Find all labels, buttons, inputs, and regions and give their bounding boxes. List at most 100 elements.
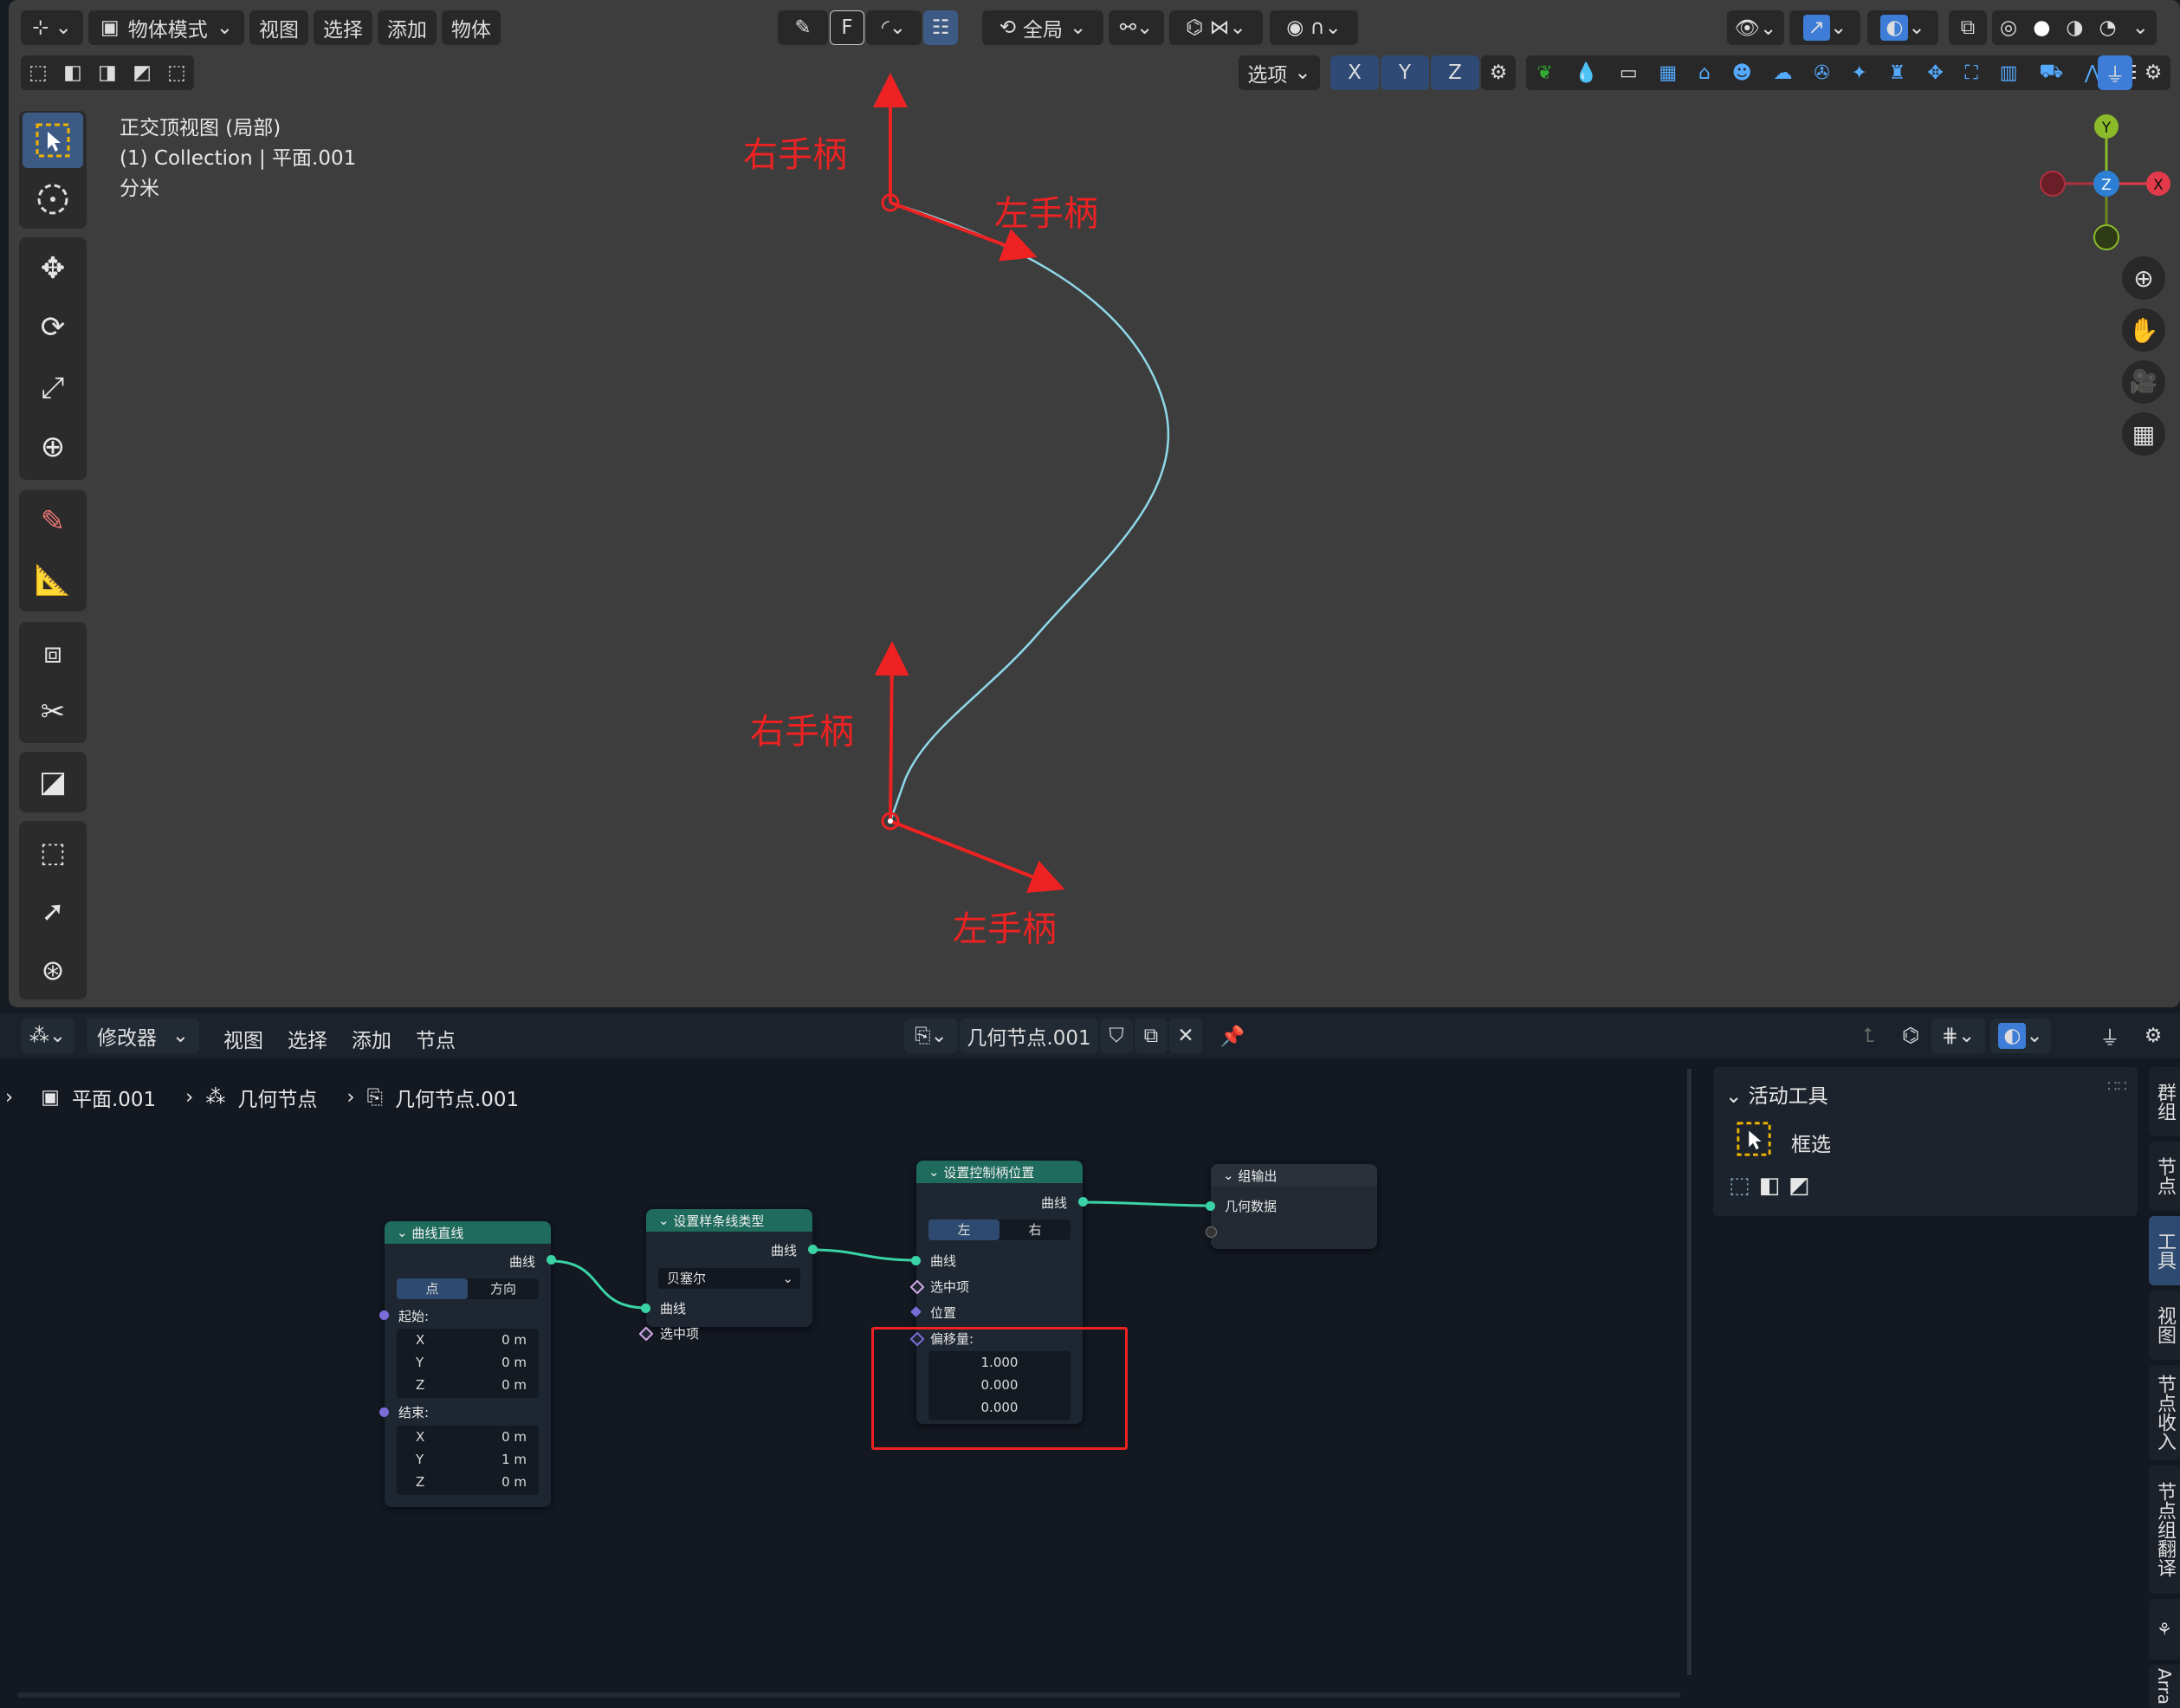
select-subtract-icon[interactable]: ◩ [1789,1173,1810,1199]
annotation-bottom-left-handle: 左手柄 [953,909,1057,949]
input-geometry-label: 几何数据 [1225,1199,1278,1214]
input-socket-start[interactable] [379,1310,389,1320]
3d-viewport[interactable]: ⊹ ⌄ ▣ 物体模式 ⌄ 视图 选择 添加 物体 ⬚ ◧ ◨ ◩ ⬚ ✎ F ◜… [9,0,2180,1007]
gizmo-x-label: X [2153,177,2164,194]
camera-view-icon[interactable]: 🎥 [2122,360,2165,404]
gear-icon[interactable]: ⚙ [2136,1019,2170,1053]
overlay-toggle-icon[interactable]: ◐ ⌄ [1990,1019,2051,1053]
node-title: 设置样条线类型 [673,1213,765,1229]
input-socket-geometry[interactable] [1206,1201,1215,1211]
input-curve-label: 曲线 [930,1253,957,1269]
horizontal-scrollbar[interactable] [17,1692,1680,1698]
vector-value[interactable]: 0 m [501,1474,527,1490]
node-header[interactable]: ⌄ 组输出 [1211,1164,1377,1187]
chevron-down-icon[interactable]: ⌄ [928,1164,940,1180]
vector-value[interactable]: 0 m [501,1377,527,1393]
input-selection-label: 选中项 [930,1279,970,1295]
input-socket-curve[interactable] [911,1256,921,1265]
vector-value[interactable]: 0 m [501,1429,527,1445]
tab-view[interactable]: 视图 [2149,1291,2180,1360]
tab-node-group-translate[interactable]: 节点组翻译 [2149,1465,2180,1594]
spline-type-dropdown[interactable]: 贝塞尔 ⌄ [658,1268,800,1289]
chevron-down-icon: ⌄ [782,1271,793,1286]
input-socket-curve[interactable] [641,1304,650,1313]
tab-tool[interactable]: 工具 [2149,1216,2180,1285]
output-curve-label: 曲线 [508,1254,535,1270]
vector-value[interactable]: 0 m [501,1355,527,1370]
annotation-bottom-right-handle: 右手柄 [750,712,854,752]
chevron-down-icon[interactable]: ⌄ [1223,1168,1234,1183]
node-editor[interactable]: ⁂⌄ 修改器 ⌄ 视图 选择 添加 节点 ⎘⌄ 几何节点.001 ⛉ ⧉ ✕ 📌… [0,1013,2180,1708]
axis-label: X [416,1332,425,1348]
parent-node-tree-icon[interactable]: ⮤ [1852,1019,1886,1053]
select-box-tool-icon[interactable] [1736,1121,1772,1157]
grid-view-icon[interactable]: ▦ [2122,412,2165,456]
bezier-curve [889,201,1170,822]
input-socket-empty[interactable] [1206,1226,1217,1238]
node-curve-line[interactable]: ⌄ 曲线直线 曲线 点 方向 起始: X 0 m Y 0 m Z 0 m 结束:… [379,1221,556,1507]
select-extend-icon[interactable]: ◧ [1759,1173,1781,1199]
bottom-left-handle-arrow [889,819,1065,893]
axis-label: X [416,1429,425,1445]
vector-value[interactable]: 1 m [501,1452,527,1467]
axis-label: Y [416,1452,424,1467]
input-selection-label: 选中项 [660,1326,700,1342]
tab-points[interactable]: 点 [397,1278,468,1299]
chevron-down-icon[interactable]: ⌄ [1725,1085,1742,1108]
tab-right[interactable]: 右 [999,1220,1071,1240]
node-group-output[interactable]: ⌄ 组输出 几何数据 [1206,1164,1377,1249]
node-title: 组输出 [1238,1168,1278,1184]
annotation-top-right-handle: 右手柄 [743,135,847,175]
end-vector-field[interactable]: X 0 m Y 1 m Z 0 m [397,1426,539,1495]
side-tabs: 左 右 [928,1220,1071,1240]
start-vector-field[interactable]: X 0 m Y 0 m Z 0 m [397,1329,539,1398]
node-header[interactable]: ⌄ 设置样条线类型 [646,1209,812,1232]
annotation-top-left-handle: 左手柄 [994,194,1098,234]
node-title: 设置控制柄位置 [943,1164,1035,1181]
tab-arra[interactable]: Arra [2149,1665,2180,1708]
node-header[interactable]: ⌄ 曲线直线 [385,1221,551,1244]
axis-label: Z [416,1377,425,1393]
output-curve-label: 曲线 [1040,1195,1067,1211]
chevron-down-icon[interactable]: ⌄ [397,1225,408,1240]
output-socket[interactable] [808,1245,818,1254]
input-curve-label: 曲线 [660,1301,687,1317]
vector-value[interactable]: 0 m [501,1332,527,1348]
output-socket[interactable] [547,1255,556,1265]
snap-type-icon[interactable]: ⋕⌄ [1931,1019,1985,1053]
tab-left[interactable]: 左 [928,1220,999,1240]
tab-group[interactable]: 群组 [2149,1067,2180,1136]
node-header[interactable]: ⌄ 设置控制柄位置 [916,1161,1083,1183]
gizmo-y-label: Y [2101,120,2112,137]
input-socket-end[interactable] [379,1407,389,1417]
axis-label: Y [416,1355,424,1370]
spline-type-value: 贝塞尔 [667,1271,707,1286]
tab-extension-icon[interactable]: ⚘ [2149,1599,2180,1659]
tab-direction[interactable]: 方向 [468,1278,539,1299]
drag-handle-icon[interactable]: ∷∷ [2107,1077,2127,1096]
output-socket[interactable] [1078,1197,1088,1207]
zoom-icon[interactable]: ⊕ [2122,256,2165,300]
end-label: 结束: [398,1405,430,1420]
start-label: 起始: [398,1309,430,1324]
snap-icon[interactable]: ⌬ [1893,1019,1928,1053]
select-mode-group: ⬚ ◧ ◩ [1729,1173,1810,1199]
filter-icon[interactable]: ⏚ [2093,1019,2127,1053]
node-title: 曲线直线 [411,1225,464,1241]
panel-header[interactable]: ⌄ 活动工具 [1725,1079,1828,1109]
tab-node-favorites[interactable]: 节点收入 [2149,1365,2180,1460]
curve-canvas [873,73,1170,893]
pan-hand-icon[interactable]: ✋ [2122,308,2165,352]
highlight-box [871,1327,1128,1450]
chevron-down-icon[interactable]: ⌄ [658,1213,670,1228]
mode-tabs: 点 方向 [397,1278,539,1299]
active-tool-panel: ⌄ 活动工具 ∷∷ 框选 ⬚ ◧ ◩ [1713,1067,2138,1216]
panel-title: 活动工具 [1748,1085,1828,1108]
gizmo-z-label: Z [2101,177,2112,194]
select-new-icon[interactable]: ⬚ [1729,1173,1750,1199]
tab-node[interactable]: 节点 [2149,1142,2180,1211]
sidebar-divider[interactable] [1687,1069,1692,1675]
node-set-spline-type[interactable]: ⌄ 设置样条线类型 曲线 贝塞尔 ⌄ 曲线 选中项 [638,1209,818,1342]
navigation-gizmo[interactable]: Y X Z [2023,107,2170,255]
input-position-label: 位置 [930,1305,957,1321]
